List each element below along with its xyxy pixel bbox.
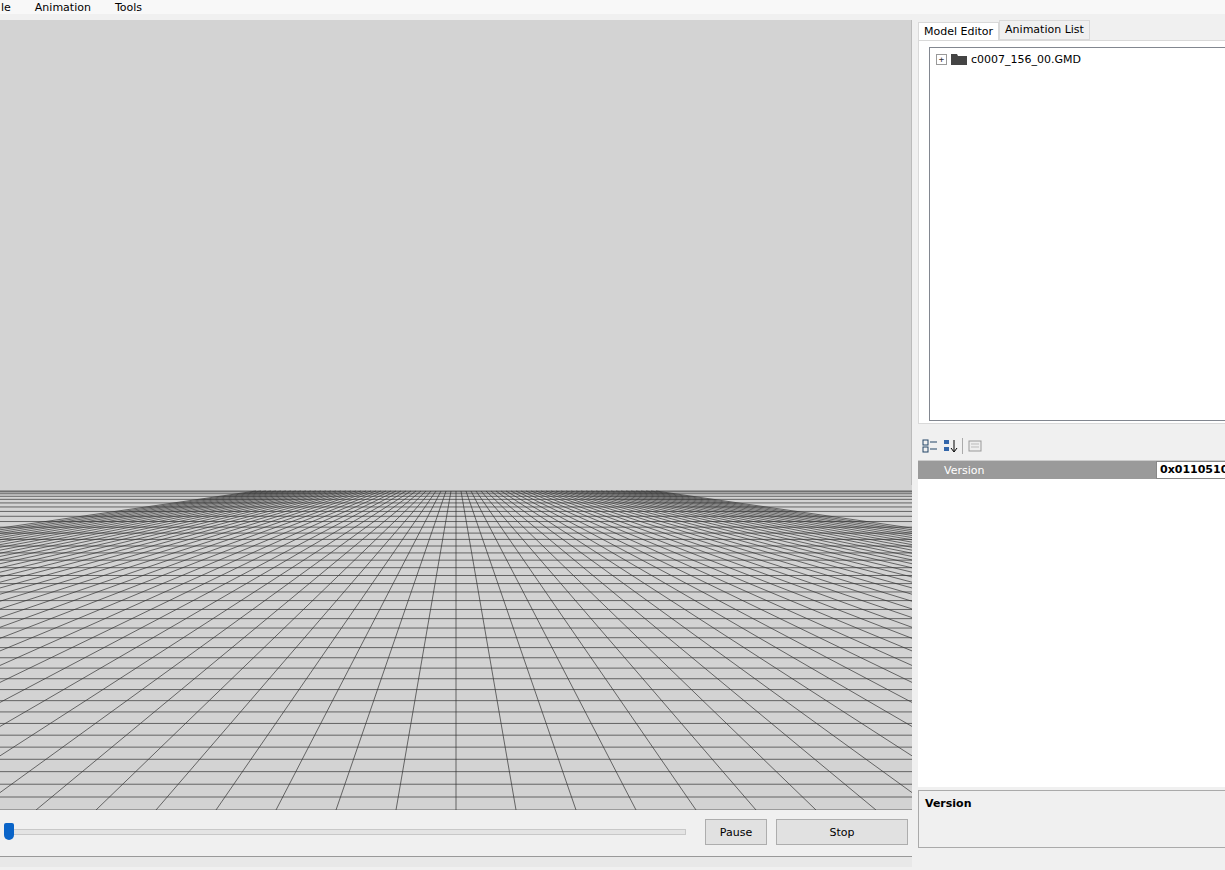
bottom-strip <box>0 856 912 867</box>
playback-controls: Pause Stop <box>0 810 912 854</box>
tab-bar: Model EditorAnimation List <box>918 20 1225 40</box>
timeline-slider[interactable] <box>4 829 686 835</box>
sort-alphabetical-icon[interactable] <box>942 438 958 454</box>
expander-icon[interactable]: + <box>936 54 947 65</box>
property-row[interactable]: Version0x0110510 <box>918 461 1225 479</box>
property-value[interactable]: 0x0110510 <box>1156 461 1225 479</box>
folder-icon <box>951 53 967 65</box>
menu-item[interactable]: Animation <box>33 2 93 14</box>
app-window: le Animation Tools Pause Stop Model EditorAni… <box>0 0 1225 870</box>
property-description: Version <box>918 790 1225 848</box>
tree-item[interactable]: +c0007_156_00.GMD <box>936 51 1219 67</box>
slider-thumb[interactable] <box>4 823 14 840</box>
property-toolbar <box>918 424 1225 460</box>
tab[interactable]: Animation List <box>999 20 1090 40</box>
menu-item[interactable]: le <box>0 2 13 14</box>
pause-button[interactable]: Pause <box>705 819 767 845</box>
stop-button[interactable]: Stop <box>776 819 908 845</box>
floor-grid-icon <box>0 485 912 810</box>
viewport[interactable] <box>0 20 912 810</box>
tab[interactable]: Model Editor <box>918 22 999 41</box>
property-grid: Version0x0110510 <box>918 460 1225 787</box>
model-tree: +c0007_156_00.GMD <box>929 47 1225 421</box>
property-pages-icon[interactable] <box>967 438 983 454</box>
categorized-icon[interactable] <box>922 438 938 454</box>
menu-bar: le Animation Tools <box>0 0 1225 14</box>
menu-item[interactable]: Tools <box>113 2 144 14</box>
